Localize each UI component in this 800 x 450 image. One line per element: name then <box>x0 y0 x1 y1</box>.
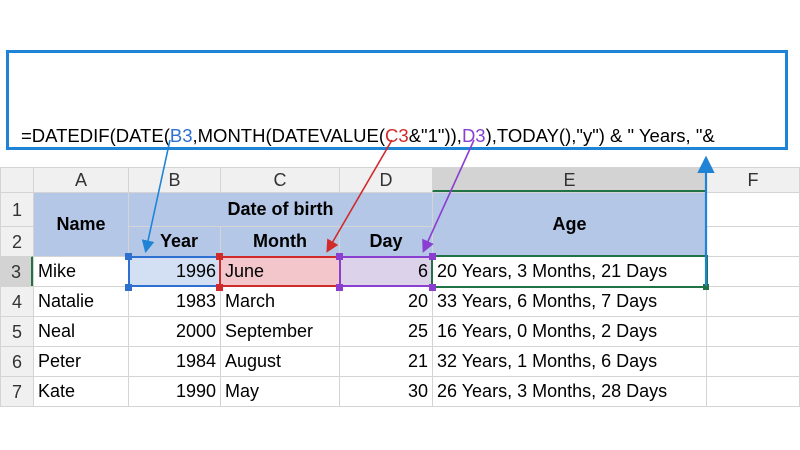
range-b3-outline <box>128 256 221 287</box>
cell-f3[interactable] <box>706 256 800 287</box>
formula-text: &"1")), <box>408 125 462 146</box>
cell-d4[interactable]: 20 <box>339 286 433 317</box>
range-handle[interactable] <box>336 253 343 260</box>
cell-a4[interactable]: Natalie <box>33 286 129 317</box>
formula-bar[interactable]: =DATEDIF(DATE(B3,MONTH(DATEVALUE(C3&"1")… <box>6 50 788 326</box>
fill-handle[interactable] <box>703 284 709 290</box>
range-handle[interactable] <box>429 253 436 260</box>
cell-b5[interactable]: 2000 <box>128 316 221 347</box>
header-age[interactable]: Age <box>432 192 707 257</box>
header-year[interactable]: Year <box>128 226 221 257</box>
cell-reference: D3 <box>461 125 486 146</box>
cell-a6[interactable]: Peter <box>33 346 129 377</box>
cell-c4[interactable]: March <box>220 286 340 317</box>
row-header-4[interactable]: 4 <box>0 286 34 317</box>
column-header-c[interactable]: C <box>220 167 340 193</box>
row-header-7[interactable]: 7 <box>0 376 34 407</box>
cell-reference: C3 <box>385 125 409 146</box>
row-header-2[interactable]: 2 <box>0 226 34 257</box>
cell-f5[interactable] <box>706 316 800 347</box>
formula-text: =DATEDIF(DATE( <box>21 125 170 146</box>
range-handle[interactable] <box>125 253 132 260</box>
row-header-1[interactable]: 1 <box>0 192 34 227</box>
formula-text: ),TODAY(),"y") & " Years, "& <box>485 125 715 146</box>
cell-c7[interactable]: May <box>220 376 340 407</box>
range-handle[interactable] <box>216 253 223 260</box>
formula-text: ,MONTH(DATEVALUE( <box>192 125 386 146</box>
column-header-a[interactable]: A <box>33 167 129 193</box>
row-header-6[interactable]: 6 <box>0 346 34 377</box>
header-name[interactable]: Name <box>33 192 129 257</box>
cell-d7[interactable]: 30 <box>339 376 433 407</box>
cell-b7[interactable]: 1990 <box>128 376 221 407</box>
cell-d5[interactable]: 25 <box>339 316 433 347</box>
range-d3-outline <box>339 256 433 287</box>
cell-a7[interactable]: Kate <box>33 376 129 407</box>
range-c3-outline <box>219 256 341 287</box>
cell-c5[interactable]: September <box>220 316 340 347</box>
cell-f7[interactable] <box>706 376 800 407</box>
cell-c6[interactable]: August <box>220 346 340 377</box>
cell-b6[interactable]: 1984 <box>128 346 221 377</box>
cell-b4[interactable]: 1983 <box>128 286 221 317</box>
header-day[interactable]: Day <box>339 226 433 257</box>
cell-d6[interactable]: 21 <box>339 346 433 377</box>
formula-line-1: =DATEDIF(DATE(B3,MONTH(DATEVALUE(C3&"1")… <box>21 121 775 151</box>
active-cell-e3[interactable] <box>431 255 708 288</box>
column-header-e[interactable]: E <box>432 167 707 193</box>
row-header-5[interactable]: 5 <box>0 316 34 347</box>
cell-e5[interactable]: 16 Years, 0 Months, 2 Days <box>432 316 707 347</box>
select-all-corner[interactable] <box>0 167 34 193</box>
cell-f2[interactable] <box>706 226 800 257</box>
range-handle[interactable] <box>125 284 132 291</box>
cell-f4[interactable] <box>706 286 800 317</box>
range-handle[interactable] <box>216 284 223 291</box>
cell-e4[interactable]: 33 Years, 6 Months, 7 Days <box>432 286 707 317</box>
cell-f1[interactable] <box>706 192 800 227</box>
range-handle[interactable] <box>336 284 343 291</box>
column-header-f[interactable]: F <box>706 167 800 193</box>
cell-reference: B3 <box>169 125 193 146</box>
cell-a3[interactable]: Mike <box>33 256 129 287</box>
cell-e7[interactable]: 26 Years, 3 Months, 28 Days <box>432 376 707 407</box>
header-month[interactable]: Month <box>220 226 340 257</box>
cell-e6[interactable]: 32 Years, 1 Months, 6 Days <box>432 346 707 377</box>
column-header-d[interactable]: D <box>339 167 433 193</box>
cell-a5[interactable]: Neal <box>33 316 129 347</box>
column-header-b[interactable]: B <box>128 167 221 193</box>
cell-f6[interactable] <box>706 346 800 377</box>
header-date-of-birth[interactable]: Date of birth <box>128 192 433 227</box>
row-header-3[interactable]: 3 <box>0 256 34 287</box>
range-handle[interactable] <box>429 284 436 291</box>
